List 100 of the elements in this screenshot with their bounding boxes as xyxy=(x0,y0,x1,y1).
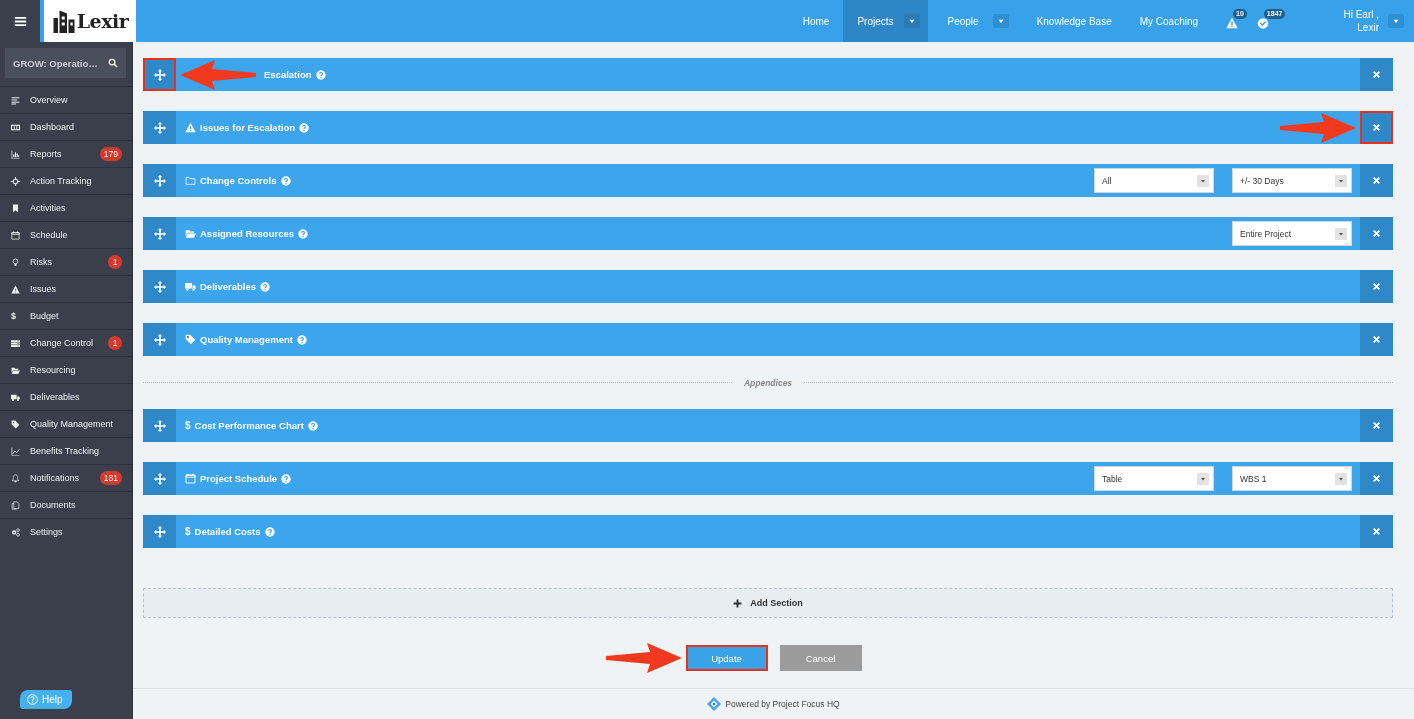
sidebar-item[interactable]: Notifications 181 xyxy=(0,464,132,491)
move-icon xyxy=(153,174,166,187)
dropdown[interactable]: Entire Project xyxy=(1232,221,1352,246)
footer-text: Powered by Project Focus HQ xyxy=(725,699,840,709)
dropdown[interactable]: Table xyxy=(1094,466,1214,491)
bulb-icon xyxy=(11,257,20,267)
dropdown[interactable]: All xyxy=(1094,168,1214,193)
close-icon xyxy=(1372,335,1381,344)
dropdown[interactable]: WBS 1 xyxy=(1232,466,1352,491)
close-button[interactable] xyxy=(1360,462,1393,495)
close-button[interactable] xyxy=(1360,323,1393,356)
move-handle[interactable] xyxy=(143,217,176,250)
section-title: Issues for Escalation xyxy=(200,122,296,133)
close-button[interactable] xyxy=(1360,58,1393,91)
menu-icon xyxy=(13,14,27,28)
close-icon xyxy=(1372,176,1381,185)
move-handle[interactable] xyxy=(143,58,176,91)
dropdown[interactable]: +/- 30 Days xyxy=(1232,168,1352,193)
sidebar-item[interactable]: Change Control 1 xyxy=(0,329,132,356)
close-button[interactable] xyxy=(1360,217,1393,250)
tag-icon xyxy=(185,334,196,345)
close-button[interactable] xyxy=(1360,515,1393,548)
sidebar-item[interactable]: Deliverables xyxy=(0,383,132,410)
move-icon xyxy=(153,333,166,346)
files-icon xyxy=(11,500,20,510)
sidebar-item[interactable]: Documents xyxy=(0,491,132,518)
user-menu-button[interactable] xyxy=(1388,14,1404,28)
help-icon xyxy=(264,526,275,537)
sidebar-item[interactable]: Benefits Tracking xyxy=(0,437,132,464)
move-handle[interactable] xyxy=(143,515,176,548)
count-badge: 1 xyxy=(108,255,122,269)
dollar-icon: $ xyxy=(185,420,191,431)
move-handle[interactable] xyxy=(143,323,176,356)
move-handle[interactable] xyxy=(143,462,176,495)
help-icon xyxy=(298,228,308,239)
close-button[interactable] xyxy=(1360,409,1393,442)
close-icon xyxy=(1372,527,1381,536)
section-title: Project Schedule xyxy=(200,473,278,484)
move-handle[interactable] xyxy=(143,270,176,303)
move-handle[interactable] xyxy=(143,409,176,442)
plus-icon xyxy=(733,598,743,608)
help-icon xyxy=(299,122,310,133)
close-icon xyxy=(1372,474,1381,483)
move-icon xyxy=(153,280,166,293)
close-icon xyxy=(1372,421,1381,430)
help-icon xyxy=(307,420,318,431)
gears-icon xyxy=(11,527,20,537)
crosshair-icon xyxy=(11,176,20,186)
help-icon xyxy=(260,281,270,292)
logo-icon xyxy=(707,697,722,711)
count-badge: 181 xyxy=(99,471,122,485)
move-handle[interactable] xyxy=(143,111,176,144)
logo: Lexir xyxy=(44,0,136,42)
section-title: Assigned Resources xyxy=(200,228,294,239)
list-icon xyxy=(11,95,20,105)
sidebar-item[interactable]: Settings xyxy=(0,518,132,545)
divider-label: Appendices xyxy=(743,377,793,388)
sidebar-item[interactable]: Action Tracking xyxy=(0,167,132,194)
calendar-icon xyxy=(185,473,196,484)
dollar-icon: $ xyxy=(185,526,191,537)
sidebar-item[interactable]: Risks 1 xyxy=(0,248,132,275)
sidebar-item[interactable]: Resourcing xyxy=(0,356,132,383)
search-field[interactable]: GROW: Operatio… xyxy=(5,48,126,78)
sidebar-item[interactable]: Schedule xyxy=(0,221,132,248)
calendar-icon xyxy=(11,230,20,240)
move-icon xyxy=(153,472,166,485)
sidebar-item[interactable]: Dashboard xyxy=(0,113,132,140)
close-button[interactable] xyxy=(1360,164,1393,197)
tag-icon xyxy=(11,419,20,429)
nav-link[interactable]: Projects xyxy=(843,0,904,42)
menu-button[interactable] xyxy=(0,0,40,42)
section-title: Quality Management xyxy=(200,334,293,345)
section-title: Change Controls xyxy=(200,175,277,186)
sidebar-item[interactable]: Issues xyxy=(0,275,132,302)
user-greeting: Hi Earl , xyxy=(1343,8,1379,21)
close-button[interactable] xyxy=(1360,111,1393,144)
open-folder-icon xyxy=(11,365,20,375)
count-badge: 1 xyxy=(108,336,122,350)
dropdown-button[interactable] xyxy=(992,14,1009,28)
sidebar-item[interactable]: $ Budget xyxy=(0,302,132,329)
move-icon xyxy=(153,419,166,432)
move-handle[interactable] xyxy=(143,164,176,197)
stack-icon xyxy=(11,338,20,348)
add-section-button[interactable]: Add Section xyxy=(143,588,1393,618)
line-chart-icon xyxy=(11,446,20,456)
sidebar-item[interactable]: Activities xyxy=(0,194,132,221)
sidebar-item[interactable]: Quality Management xyxy=(0,410,132,437)
sidebar-item[interactable]: Reports 179 xyxy=(0,140,132,167)
help-icon xyxy=(27,694,38,705)
open-folder-icon xyxy=(185,228,196,239)
search-icon xyxy=(108,58,118,68)
close-icon xyxy=(1372,282,1381,291)
count-badge: 179 xyxy=(99,147,122,161)
sidebar-item[interactable]: Overview xyxy=(0,86,132,113)
help-icon xyxy=(315,69,326,80)
truck-icon xyxy=(185,281,196,292)
check-circle-icon xyxy=(1256,17,1269,29)
close-button[interactable] xyxy=(1360,270,1393,303)
dollar-icon: $ xyxy=(11,311,16,321)
move-icon xyxy=(153,525,166,538)
